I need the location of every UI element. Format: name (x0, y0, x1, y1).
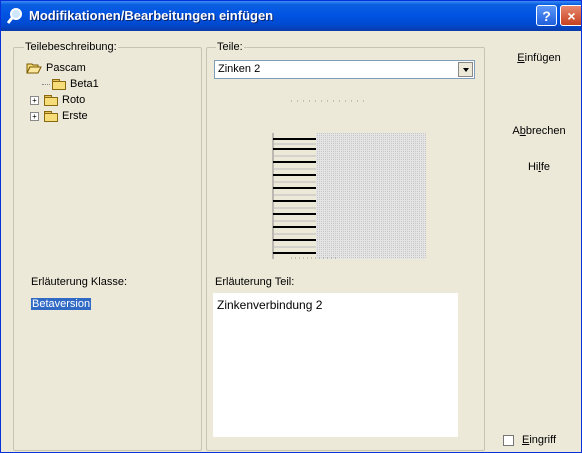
open-folder-icon (26, 63, 42, 74)
tree-item-beta1[interactable]: Beta1 (42, 77, 99, 91)
title-bar[interactable]: Modifikationen/Bearbeitungen einfügen ? … (1, 1, 581, 31)
class-description-box[interactable]: Betaversion (29, 293, 179, 437)
part-description-text: Zinkenverbindung 2 (217, 298, 323, 312)
class-description-text: Betaversion (31, 298, 92, 310)
button-label-part: infügen (524, 51, 561, 64)
magnifier-icon (6, 8, 22, 24)
part-description-box[interactable]: Zinkenverbindung 2 (213, 293, 458, 437)
teile-select-value: Zinken 2 (218, 63, 261, 75)
erlaeuterung-teil-label: Erläuterung Teil: (215, 276, 295, 288)
eingriff-checkbox[interactable] (503, 434, 514, 446)
part-preview-image (272, 100, 426, 259)
eingriff-label: Eingriff (522, 434, 556, 446)
folder-icon (52, 79, 66, 90)
folder-icon (44, 111, 58, 122)
teile-select[interactable]: Zinken 2 (214, 60, 475, 79)
accelerator-key: E (517, 51, 525, 64)
tree-item-pascam[interactable]: Pascam (26, 61, 86, 75)
hilfe-button[interactable]: Hi l fe (497, 155, 581, 178)
tree-item-label: Beta1 (70, 78, 99, 90)
abbrechen-button[interactable]: Ab brechen (497, 119, 581, 142)
dropdown-arrow-icon[interactable] (458, 62, 473, 77)
button-label-part: A (512, 124, 520, 137)
close-title-button[interactable]: × (560, 5, 581, 26)
button-label-part: Hi (527, 160, 539, 173)
expand-plus-icon[interactable]: + (30, 111, 39, 121)
class-tree[interactable]: Pascam Beta1 + Roto + Erste (19, 57, 192, 257)
teilebeschreibung-label: Teilebeschreibung: (24, 41, 118, 53)
erlaeuterung-klasse-label: Erläuterung Klasse: (31, 276, 127, 288)
button-label-part: fe (540, 160, 551, 173)
tree-item-label: Erste (62, 110, 88, 122)
eingriff-label-rest: ingriff (529, 434, 557, 446)
tree-item-label: Pascam (46, 62, 86, 74)
help-title-button[interactable]: ? (536, 5, 557, 26)
tree-item-roto[interactable]: + Roto (30, 93, 85, 107)
tree-item-label: Roto (62, 94, 86, 106)
button-label-part: brechen (525, 124, 566, 137)
tree-item-erste[interactable]: + Erste (30, 109, 88, 123)
teile-label: Teile: (216, 41, 244, 53)
eingriff-checkbox-row[interactable]: Eingriff (503, 434, 556, 446)
window-title: Modifikationen/Bearbeitungen einfügen (29, 8, 274, 23)
folder-icon (44, 95, 58, 106)
dialog-window: Modifikationen/Bearbeitungen einfügen ? … (0, 0, 582, 453)
expand-plus-icon[interactable]: + (30, 95, 39, 105)
einfuegen-button[interactable]: Einfügen (497, 46, 581, 69)
